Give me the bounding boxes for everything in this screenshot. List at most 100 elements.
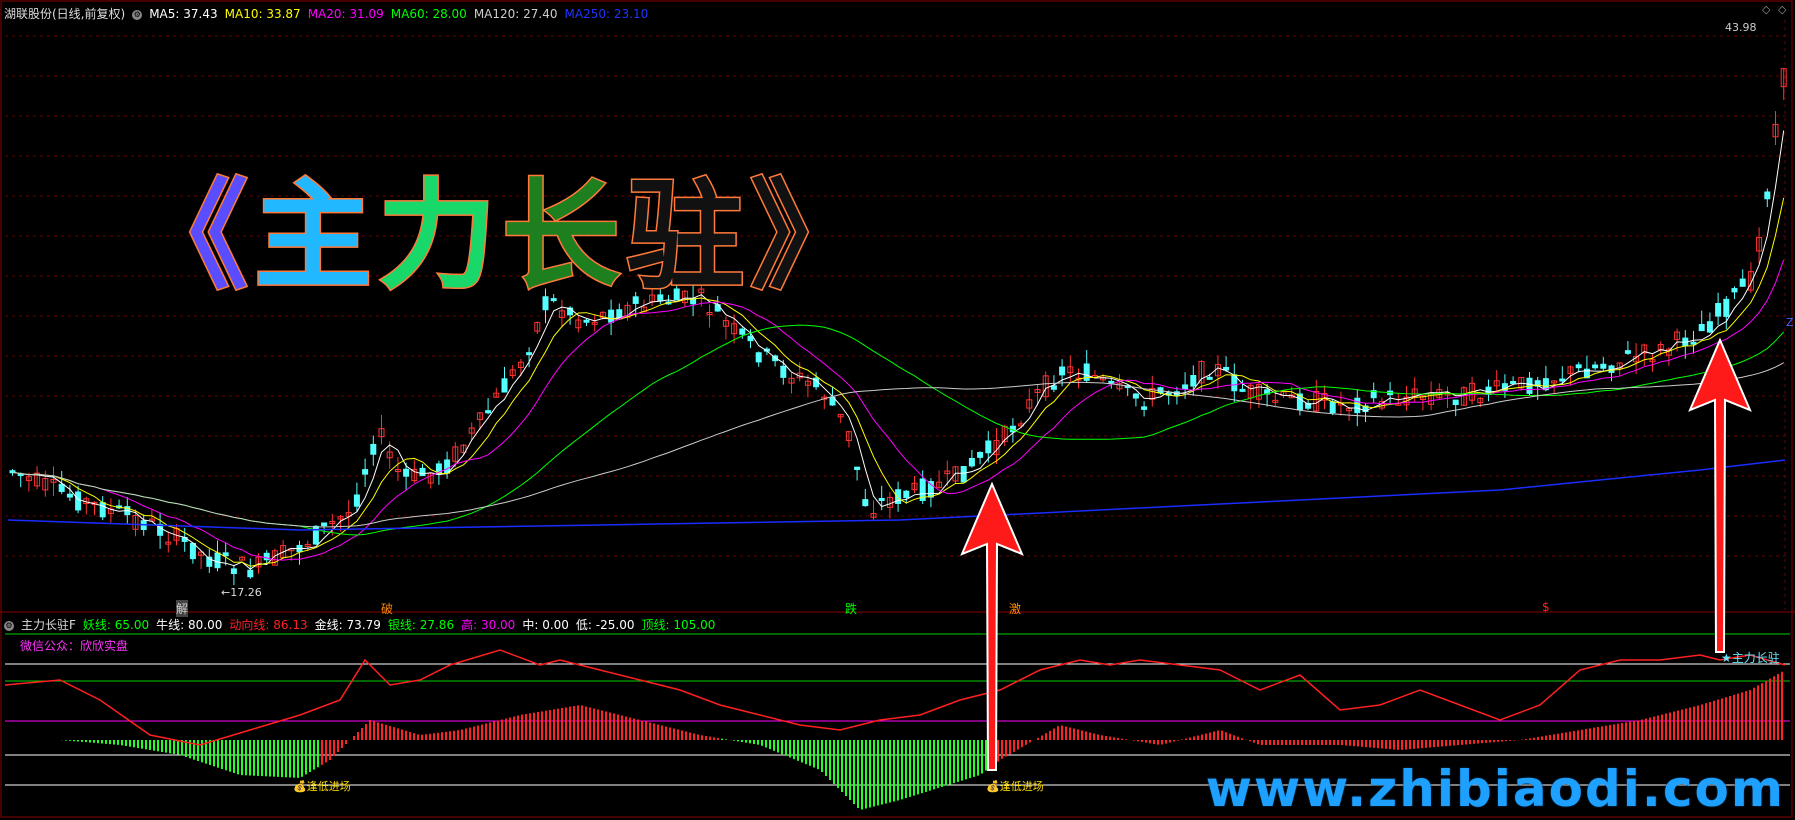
candlestick	[75, 491, 82, 511]
diamond-icon[interactable]: ◇	[1762, 3, 1770, 16]
signal-dollar: $	[1542, 600, 1550, 614]
banner-char-1: 《	[128, 166, 255, 307]
candlestick	[862, 499, 869, 507]
main-force-marker: ★主力长驻	[1721, 651, 1780, 665]
candlestick	[485, 410, 492, 414]
param-di: 低: -25.00	[575, 618, 635, 632]
settings-circle-icon[interactable]: ⚙	[132, 9, 143, 20]
candlestick	[58, 483, 65, 492]
param-gao: 高: 30.00	[461, 618, 516, 632]
candlestick	[985, 440, 992, 454]
site-watermark: www.zhibiaodi.com	[1205, 760, 1785, 818]
candlestick	[1698, 323, 1705, 332]
indicator-name[interactable]: 主力长驻F	[21, 618, 76, 632]
candlestick	[747, 335, 754, 342]
candlestick	[321, 522, 328, 527]
money-bag-icon: 💰	[293, 780, 307, 793]
ma250-label: MA250: 23.10	[564, 7, 649, 21]
indicator-header: ⚙ 主力长驻F 妖线: 65.00 牛线: 80.00 动向线: 86.13 金线: 73…	[4, 616, 722, 633]
candlestick	[1542, 378, 1549, 391]
candlestick	[501, 378, 508, 393]
candlestick	[977, 451, 984, 458]
candlestick	[230, 568, 237, 574]
stock-title[interactable]: 湖联股份(日线,前复权)	[4, 7, 125, 21]
candlestick	[1575, 364, 1582, 369]
candlestick	[960, 466, 967, 483]
low-price-label: ←17.26	[221, 586, 262, 599]
candlestick	[1715, 303, 1722, 317]
candlestick	[1510, 381, 1517, 385]
candlestick	[189, 542, 196, 560]
candlestick	[66, 493, 73, 498]
param-dongxiang: 动向线: 86.13	[229, 618, 308, 632]
entry-label-2: 💰逢低进场	[986, 780, 1044, 793]
candlestick	[222, 552, 229, 557]
ma5-label: MA5: 37.43	[149, 7, 218, 21]
candlestick	[403, 468, 410, 477]
candlestick	[1141, 406, 1148, 410]
chart-stage[interactable]	[0, 0, 1795, 820]
candlestick	[1731, 288, 1738, 293]
candlestick	[1132, 393, 1139, 399]
banner-char-4: 长	[501, 166, 627, 307]
ma10-label: MA10: 33.87	[224, 7, 301, 21]
candlestick	[1764, 191, 1771, 200]
money-bag-icon: 💰	[986, 780, 1000, 793]
candlestick	[1190, 375, 1197, 387]
candlestick	[353, 494, 360, 507]
candlestick	[526, 352, 533, 356]
candlestick	[214, 552, 221, 569]
candlestick	[99, 502, 106, 518]
param-niu: 牛线: 80.00	[156, 618, 223, 632]
param-yin: 银线: 27.86	[387, 618, 455, 632]
high-price-label: 43.98	[1725, 21, 1757, 34]
signal-jie: 解	[176, 600, 189, 617]
right-scale-marker: Z	[1786, 316, 1794, 329]
signal-die: 跌	[845, 602, 858, 616]
panel-frame	[0, 0, 1793, 818]
collapse-icon[interactable]: ◇	[1778, 3, 1786, 16]
candlestick	[1050, 385, 1057, 390]
candlestick	[1108, 380, 1115, 384]
wechat-label: 微信公众：欣欣实盘	[20, 639, 129, 653]
candlestick	[1206, 376, 1213, 380]
banner-char-3: 力	[377, 166, 503, 307]
candlestick	[780, 365, 787, 378]
candlestick	[1329, 401, 1336, 414]
candlestick	[1182, 384, 1189, 390]
candlestick	[1600, 363, 1607, 369]
param-jin: 金线: 73.79	[314, 618, 381, 632]
kline-chart[interactable]	[0, 0, 1795, 820]
candlestick	[1690, 341, 1697, 345]
candlestick	[1723, 298, 1730, 317]
candlestick	[854, 466, 861, 470]
candlestick	[583, 319, 590, 323]
param-yao: 妖线: 65.00	[82, 618, 150, 632]
candlestick	[362, 469, 369, 475]
candlestick	[1239, 388, 1246, 392]
candlestick	[419, 467, 426, 477]
signal-po: 破	[381, 602, 394, 616]
candlestick	[1559, 378, 1566, 382]
banner-char-5: 驻	[625, 166, 751, 307]
param-ding: 顶线: 105.00	[641, 618, 716, 632]
banner-char-6: 》	[749, 166, 875, 307]
ma120-label: MA120: 27.40	[473, 7, 558, 21]
candlestick	[370, 443, 377, 455]
candlestick	[878, 498, 885, 502]
candlestick	[1059, 366, 1066, 376]
candlestick	[1706, 321, 1713, 333]
banner-title: 《主力长驻》	[128, 140, 875, 311]
indicator-settings-icon[interactable]: ⚙	[4, 620, 14, 631]
entry-label-1: 💰逢低进场	[293, 780, 351, 793]
candlestick	[1354, 397, 1361, 414]
candlestick	[968, 457, 975, 467]
red-arrow-left	[960, 481, 1024, 771]
candlestick	[1624, 350, 1631, 354]
candlestick	[247, 569, 254, 578]
candlestick	[903, 490, 910, 498]
candlestick	[1592, 364, 1599, 369]
banner-char-2: 主	[253, 166, 379, 307]
ma20-label: MA20: 31.09	[307, 7, 384, 21]
signal-ji: 激	[1009, 602, 1022, 616]
